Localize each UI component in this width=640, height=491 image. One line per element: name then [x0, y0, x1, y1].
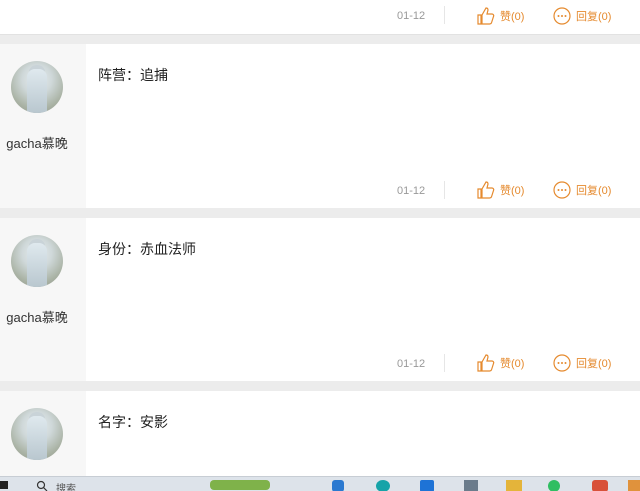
- speech-bubble-icon: [552, 180, 572, 200]
- reply-label: 回复(0): [576, 182, 611, 198]
- folder-icon[interactable]: [506, 480, 522, 491]
- post-date: 01-12: [397, 185, 425, 197]
- reply-label: 回复(0): [576, 355, 611, 371]
- like-button[interactable]: 赞(0): [476, 6, 524, 26]
- mail-icon[interactable]: [420, 480, 434, 491]
- search-icon[interactable]: [36, 480, 48, 491]
- reply-label: 回复(0): [576, 8, 611, 24]
- speech-bubble-icon: [552, 6, 572, 26]
- avatar[interactable]: [11, 408, 63, 460]
- post-3: gacha慕晚 身份：赤血法师 01-12 赞(0) 回复(0): [0, 218, 640, 381]
- username[interactable]: gacha慕晚: [0, 307, 74, 326]
- thumbs-up-icon: [476, 180, 496, 200]
- avatar[interactable]: [11, 61, 63, 113]
- username[interactable]: gacha慕晚: [0, 133, 74, 152]
- post-date: 01-12: [397, 358, 425, 370]
- post-1: 01-12 赞(0) 回复(0): [0, 0, 640, 34]
- post-2: gacha慕晚 阵营：追捕 01-12 赞(0) 回复(0): [0, 44, 640, 208]
- reply-button[interactable]: 回复(0): [552, 180, 611, 200]
- thumbs-up-icon: [476, 353, 496, 373]
- app-icon[interactable]: [592, 480, 608, 491]
- post-content: 名字：安影: [98, 412, 168, 432]
- like-button[interactable]: 赞(0): [476, 353, 524, 373]
- like-button[interactable]: 赞(0): [476, 180, 524, 200]
- like-label: 赞(0): [500, 355, 524, 371]
- post-content: 身份：赤血法师: [98, 239, 196, 259]
- speech-bubble-icon: [552, 353, 572, 373]
- browser-icon[interactable]: [376, 480, 390, 491]
- app-icon[interactable]: [332, 480, 344, 491]
- app-icon[interactable]: [628, 480, 640, 491]
- reply-button[interactable]: 回复(0): [552, 353, 611, 373]
- reply-button[interactable]: 回复(0): [552, 6, 611, 26]
- post-4: 名字：安影: [0, 391, 640, 476]
- wechat-icon[interactable]: [548, 480, 560, 491]
- meta-separator: [444, 354, 445, 372]
- like-label: 赞(0): [500, 8, 524, 24]
- thumbs-up-icon: [476, 6, 496, 26]
- taskbar-search-input[interactable]: 搜索: [56, 480, 76, 491]
- widget-icon[interactable]: [210, 480, 270, 490]
- meta-separator: [444, 181, 445, 199]
- avatar[interactable]: [11, 235, 63, 287]
- start-icon[interactable]: [0, 481, 8, 489]
- post-content: 阵营：追捕: [98, 65, 168, 85]
- post-date: 01-12: [397, 10, 425, 22]
- divider: [0, 34, 640, 35]
- meta-separator: [444, 6, 445, 24]
- like-label: 赞(0): [500, 182, 524, 198]
- app-icon[interactable]: [464, 480, 478, 491]
- taskbar: 搜索: [0, 476, 640, 491]
